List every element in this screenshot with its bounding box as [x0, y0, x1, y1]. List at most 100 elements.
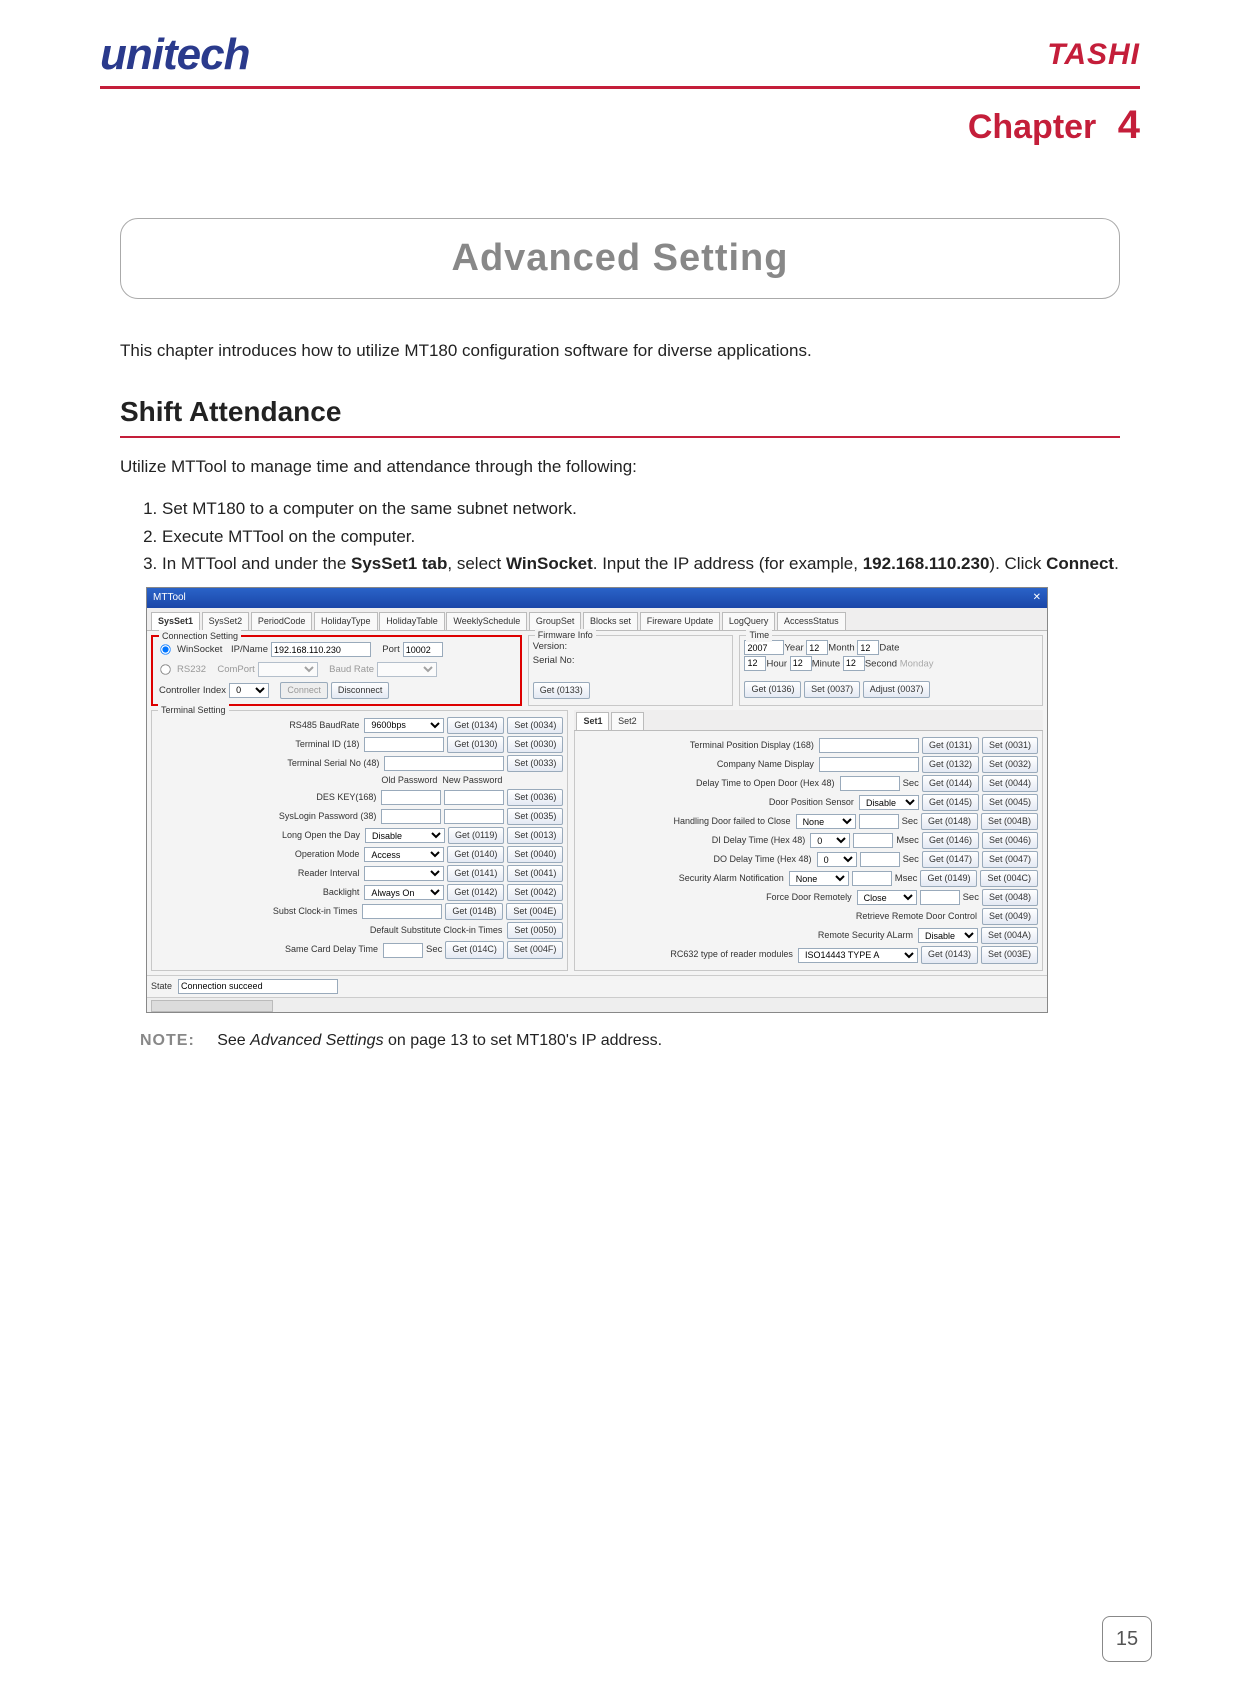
g132[interactable]: Get (0132): [922, 756, 979, 773]
tab-blocksset[interactable]: Blocks set: [583, 612, 638, 630]
rc632-select[interactable]: ISO14443 TYPE A: [798, 948, 918, 963]
time-adjust-button[interactable]: Adjust (0037): [863, 681, 931, 698]
g142[interactable]: Get (0142): [447, 884, 504, 901]
s45[interactable]: Set (0045): [982, 794, 1038, 811]
date-input[interactable]: [857, 640, 879, 655]
time-set-button[interactable]: Set (0037): [804, 681, 860, 698]
disconnect-button[interactable]: Disconnect: [331, 682, 390, 699]
didly-val[interactable]: [853, 833, 893, 848]
op-select[interactable]: Access: [364, 847, 444, 862]
cnd-input[interactable]: [819, 757, 919, 772]
lod-select[interactable]: Disable: [365, 828, 445, 843]
dodly-select[interactable]: 0: [817, 852, 857, 867]
subtab-set2[interactable]: Set2: [611, 712, 644, 730]
s46[interactable]: Set (0046): [982, 832, 1038, 849]
tab-groupset[interactable]: GroupSet: [529, 612, 582, 630]
tab-accessstatus[interactable]: AccessStatus: [777, 612, 846, 630]
g14B[interactable]: Get (014B): [445, 903, 503, 920]
subtab-set1[interactable]: Set1: [576, 712, 609, 730]
g145[interactable]: Get (0145): [922, 794, 979, 811]
bl-select[interactable]: Always On: [364, 885, 444, 900]
g140[interactable]: Get (0140): [447, 846, 504, 863]
close-icon[interactable]: ✕: [1033, 591, 1041, 606]
s44[interactable]: Set (0044): [982, 775, 1038, 792]
s40[interactable]: Set (0040): [507, 846, 563, 863]
san-val[interactable]: [852, 871, 892, 886]
dps-select[interactable]: Disable: [859, 795, 919, 810]
didly-select[interactable]: 0: [810, 833, 850, 848]
g131[interactable]: Get (0131): [922, 737, 979, 754]
time-get-button[interactable]: Get (0136): [744, 681, 801, 698]
g134[interactable]: Get (0134): [447, 717, 504, 734]
fdr-val[interactable]: [920, 890, 960, 905]
tsn-input[interactable]: [384, 756, 504, 771]
des-old[interactable]: [381, 790, 441, 805]
fdr-select[interactable]: Close: [857, 890, 917, 905]
port-input[interactable]: [403, 642, 443, 657]
s35[interactable]: Set (0035): [507, 808, 563, 825]
rs485-select[interactable]: 9600bps: [364, 718, 444, 733]
s49[interactable]: Set (0049): [982, 908, 1038, 925]
s13[interactable]: Set (0013): [507, 827, 563, 844]
s4C[interactable]: Set (004C): [980, 870, 1038, 887]
g144[interactable]: Get (0144): [922, 775, 979, 792]
winsocket-radio[interactable]: [160, 645, 170, 655]
rs232-radio[interactable]: [160, 664, 170, 674]
ri-select[interactable]: [364, 866, 444, 881]
g146[interactable]: Get (0146): [922, 832, 979, 849]
s30[interactable]: Set (0030): [507, 736, 563, 753]
s4B[interactable]: Set (004B): [981, 813, 1038, 830]
tab-firmware[interactable]: Fireware Update: [640, 612, 721, 630]
s31[interactable]: Set (0031): [982, 737, 1038, 754]
tab-logquery[interactable]: LogQuery: [722, 612, 776, 630]
ipname-input[interactable]: [271, 642, 371, 657]
s41[interactable]: Set (0041): [507, 865, 563, 882]
s36[interactable]: Set (0036): [507, 789, 563, 806]
g141[interactable]: Get (0141): [447, 865, 504, 882]
tab-weeklyschedule[interactable]: WeeklySchedule: [446, 612, 527, 630]
minute-input[interactable]: [790, 656, 812, 671]
s47[interactable]: Set (0047): [982, 851, 1038, 868]
s4A[interactable]: Set (004A): [981, 927, 1038, 944]
scrollbar[interactable]: [147, 997, 1047, 1012]
g14C[interactable]: Get (014C): [445, 941, 504, 958]
scdt-input[interactable]: [383, 943, 423, 958]
dto-input[interactable]: [840, 776, 900, 791]
tab-sysset1[interactable]: SysSet1: [151, 612, 200, 630]
s50[interactable]: Set (0050): [507, 922, 563, 939]
slp-old[interactable]: [381, 809, 441, 824]
s4F[interactable]: Set (004F): [507, 941, 564, 958]
g130[interactable]: Get (0130): [447, 736, 504, 753]
hdf-val[interactable]: [859, 814, 899, 829]
hour-input[interactable]: [744, 656, 766, 671]
g143[interactable]: Get (0143): [921, 946, 978, 963]
tab-sysset2[interactable]: SysSet2: [202, 612, 250, 630]
tab-periodcode[interactable]: PeriodCode: [251, 612, 313, 630]
tid-input[interactable]: [364, 737, 444, 752]
s42[interactable]: Set (0042): [507, 884, 563, 901]
san-select[interactable]: None: [789, 871, 849, 886]
dodly-val[interactable]: [860, 852, 900, 867]
tab-holidaytype[interactable]: HolidayType: [314, 612, 378, 630]
tpd-input[interactable]: [819, 738, 919, 753]
sct-input[interactable]: [362, 904, 442, 919]
second-input[interactable]: [843, 656, 865, 671]
year-input[interactable]: [744, 640, 784, 655]
slp-new[interactable]: [444, 809, 504, 824]
s32[interactable]: Set (0032): [982, 756, 1038, 773]
g119[interactable]: Get (0119): [448, 827, 504, 844]
s34[interactable]: Set (0034): [507, 717, 563, 734]
ctrlindex-select[interactable]: 0: [229, 683, 269, 698]
g148[interactable]: Get (0148): [921, 813, 978, 830]
g149[interactable]: Get (0149): [920, 870, 977, 887]
firmware-get-button[interactable]: Get (0133): [533, 682, 590, 699]
rsa-select[interactable]: Disable: [918, 928, 978, 943]
connect-button[interactable]: Connect: [280, 682, 328, 699]
tab-holidaytable[interactable]: HolidayTable: [379, 612, 445, 630]
g147[interactable]: Get (0147): [922, 851, 979, 868]
s3E[interactable]: Set (003E): [981, 946, 1038, 963]
s48[interactable]: Set (0048): [982, 889, 1038, 906]
month-input[interactable]: [806, 640, 828, 655]
s33[interactable]: Set (0033): [507, 755, 563, 772]
s4E[interactable]: Set (004E): [506, 903, 563, 920]
